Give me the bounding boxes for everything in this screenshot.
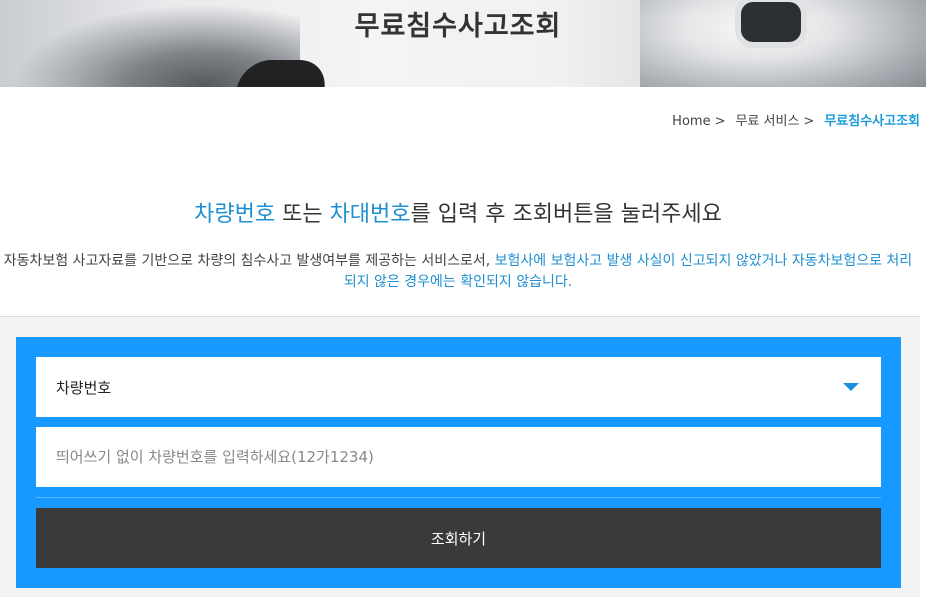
headline-rest: 를 입력 후 조회버튼을 눌러주세요 (410, 202, 722, 227)
page-title: 무료침수사고조회 (354, 11, 562, 42)
headline-vehicle-number: 차량번호 (194, 202, 276, 227)
hero-banner: 무료침수사고조회 (0, 0, 926, 87)
vehicle-number-input[interactable] (36, 427, 881, 487)
search-type-value: 차량번호 (56, 378, 112, 397)
breadcrumb-free-service[interactable]: 무료 서비스 (735, 114, 799, 129)
caret-down-icon (843, 383, 859, 391)
service-description: 자동차보험 사고자료를 기반으로 차량의 침수사고 발생여부를 제공하는 서비스… (0, 251, 916, 293)
search-button[interactable]: 조회하기 (36, 508, 881, 568)
search-form-panel: 차량번호 조회하기 (16, 337, 901, 588)
form-separator (36, 497, 881, 498)
description-text: 자동차보험 사고자료를 기반으로 차량의 침수사고 발생여부를 제공하는 서비스… (3, 253, 495, 269)
breadcrumb-separator: > (803, 114, 815, 129)
breadcrumb-current: 무료침수사고조회 (824, 114, 920, 129)
search-type-select[interactable]: 차량번호 (36, 357, 881, 417)
breadcrumb-home[interactable]: Home (672, 114, 710, 129)
headline-vin: 차대번호 (329, 202, 411, 227)
breadcrumb-separator: > (714, 114, 726, 129)
instruction-headline: 차량번호 또는 차대번호를 입력 후 조회버튼을 눌러주세요 (0, 196, 916, 228)
breadcrumb: Home > 무료 서비스 > 무료침수사고조회 (668, 110, 920, 129)
headline-or: 또는 (275, 202, 330, 227)
